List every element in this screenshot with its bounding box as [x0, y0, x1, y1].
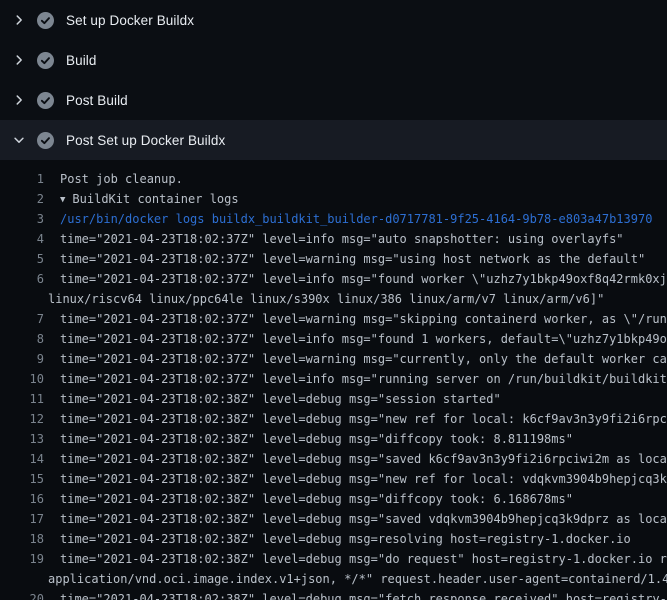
log-line: 1 Post job cleanup. [0, 169, 667, 189]
log-line-text: Post job cleanup. [60, 169, 183, 189]
step-header-build[interactable]: Build [0, 40, 667, 80]
log-line: 19 time="2021-04-23T18:02:38Z" level=deb… [0, 549, 667, 569]
step-title: Set up Docker Buildx [66, 13, 194, 28]
log-line: 10 time="2021-04-23T18:02:37Z" level=inf… [0, 369, 667, 389]
log-line-number[interactable]: 12 [0, 409, 44, 429]
log-line-text: time="2021-04-23T18:02:38Z" level=debug … [60, 509, 667, 529]
log-line-text: time="2021-04-23T18:02:38Z" level=debug … [60, 469, 667, 489]
check-circle-icon [37, 132, 54, 149]
log-line: 11 time="2021-04-23T18:02:38Z" level=deb… [0, 389, 667, 409]
step-title: Build [66, 53, 97, 68]
log-line-text: time="2021-04-23T18:02:38Z" level=debug … [60, 409, 667, 429]
log-line-number[interactable]: 11 [0, 389, 44, 409]
log-line: 15 time="2021-04-23T18:02:38Z" level=deb… [0, 469, 667, 489]
log-area: 1 Post job cleanup. 2 ▼BuildKit containe… [0, 160, 667, 600]
log-line-text: time="2021-04-23T18:02:37Z" level=info m… [60, 229, 624, 249]
log-line-number[interactable]: 6 [0, 269, 44, 289]
log-line: 18 time="2021-04-23T18:02:38Z" level=deb… [0, 529, 667, 549]
log-line-number[interactable]: 13 [0, 429, 44, 449]
step-title: Post Set up Docker Buildx [66, 133, 225, 148]
log-line-text: time="2021-04-23T18:02:38Z" level=debug … [60, 489, 573, 509]
log-line: 13 time="2021-04-23T18:02:38Z" level=deb… [0, 429, 667, 449]
check-circle-icon [37, 52, 54, 69]
log-line-number[interactable]: 20 [0, 589, 44, 600]
log-line-text: time="2021-04-23T18:02:37Z" level=warnin… [60, 309, 667, 329]
log-line: 3 /usr/bin/docker logs buildx_buildkit_b… [0, 209, 667, 229]
log-line: 17 time="2021-04-23T18:02:38Z" level=deb… [0, 509, 667, 529]
chevron-right-icon [12, 53, 26, 67]
log-line-continuation: application/vnd.oci.image.index.v1+json,… [0, 569, 667, 589]
log-line-number[interactable]: 4 [0, 229, 44, 249]
chevron-down-icon [12, 133, 26, 147]
log-line: 6 time="2021-04-23T18:02:37Z" level=info… [0, 269, 667, 289]
log-line-number[interactable]: 2 [0, 189, 44, 209]
log-line-text: time="2021-04-23T18:02:38Z" level=debug … [60, 529, 631, 549]
log-line-text: linux/riscv64 linux/ppc64le linux/s390x … [48, 289, 604, 309]
check-circle-icon [37, 12, 54, 29]
log-line-text: time="2021-04-23T18:02:37Z" level=warnin… [60, 249, 645, 269]
log-line: 7 time="2021-04-23T18:02:37Z" level=warn… [0, 309, 667, 329]
step-header-post-build[interactable]: Post Build [0, 80, 667, 120]
log-line-number[interactable]: 1 [0, 169, 44, 189]
log-line-text: time="2021-04-23T18:02:37Z" level=info m… [60, 269, 667, 289]
log-line-number[interactable]: 16 [0, 489, 44, 509]
group-expanded-icon: ▼ [60, 190, 65, 210]
log-line-number[interactable]: 9 [0, 349, 44, 369]
log-line: 16 time="2021-04-23T18:02:38Z" level=deb… [0, 489, 667, 509]
log-line-continuation: linux/riscv64 linux/ppc64le linux/s390x … [0, 289, 667, 309]
step-list: Set up Docker Buildx Build Post Build [0, 0, 667, 160]
log-line-number[interactable]: 15 [0, 469, 44, 489]
step-header-post-set-up-docker-buildx[interactable]: Post Set up Docker Buildx [0, 120, 667, 160]
log-line-text: time="2021-04-23T18:02:38Z" level=debug … [60, 389, 501, 409]
log-line-number[interactable]: 10 [0, 369, 44, 389]
log-line-text: time="2021-04-23T18:02:38Z" level=debug … [60, 429, 573, 449]
check-circle-icon [37, 92, 54, 109]
chevron-right-icon [12, 93, 26, 107]
log-line-number[interactable]: 17 [0, 509, 44, 529]
log-line-number[interactable]: 18 [0, 529, 44, 549]
log-line-text: time="2021-04-23T18:02:37Z" level=info m… [60, 329, 667, 349]
log-line-text: time="2021-04-23T18:02:38Z" level=debug … [60, 549, 667, 569]
log-line-number[interactable]: 8 [0, 329, 44, 349]
log-line: 8 time="2021-04-23T18:02:37Z" level=info… [0, 329, 667, 349]
log-line: 2 ▼BuildKit container logs [0, 189, 667, 209]
log-line-number[interactable]: 19 [0, 549, 44, 569]
log-line-text: application/vnd.oci.image.index.v1+json,… [48, 569, 667, 589]
log-line: 9 time="2021-04-23T18:02:37Z" level=warn… [0, 349, 667, 369]
log-line-text: time="2021-04-23T18:02:38Z" level=debug … [60, 449, 667, 469]
log-line: 5 time="2021-04-23T18:02:37Z" level=warn… [0, 249, 667, 269]
log-line-text: /usr/bin/docker logs buildx_buildkit_bui… [60, 209, 652, 229]
log-line-number[interactable]: 7 [0, 309, 44, 329]
log-line-text: time="2021-04-23T18:02:37Z" level=warnin… [60, 349, 667, 369]
log-line-number[interactable]: 5 [0, 249, 44, 269]
step-title: Post Build [66, 93, 128, 108]
log-line: 12 time="2021-04-23T18:02:38Z" level=deb… [0, 409, 667, 429]
log-line-number[interactable]: 14 [0, 449, 44, 469]
log-line-text: time="2021-04-23T18:02:38Z" level=debug … [60, 589, 667, 600]
log-line: 20 time="2021-04-23T18:02:38Z" level=deb… [0, 589, 667, 600]
log-line: 4 time="2021-04-23T18:02:37Z" level=info… [0, 229, 667, 249]
log-line: 14 time="2021-04-23T18:02:38Z" level=deb… [0, 449, 667, 469]
chevron-right-icon [12, 13, 26, 27]
log-group-toggle[interactable]: ▼BuildKit container logs [60, 189, 239, 209]
log-line-number[interactable]: 3 [0, 209, 44, 229]
actions-log-viewer: Set up Docker Buildx Build Post Build [0, 0, 667, 600]
step-header-set-up-docker-buildx[interactable]: Set up Docker Buildx [0, 0, 667, 40]
log-line-text: time="2021-04-23T18:02:37Z" level=info m… [60, 369, 667, 389]
